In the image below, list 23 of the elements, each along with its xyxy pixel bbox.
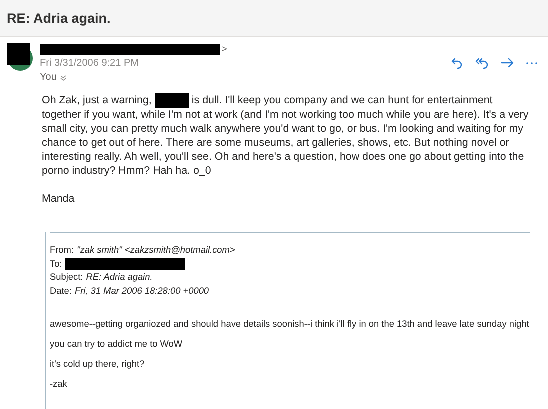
message-paragraph: Oh Zak, just a warning, is dull. I'll keep you company and we can hunt for entertainment together if you want, while I'm not at work (and I'm not working too much while you are here). It's a very small city, you can pretty much walk anywhere you'd want to go, or bus. I'm looking and waiting for my chance to get out of here. There are some museums, art galleries, shows, etc. But nothing novel or interesting really. Ah well, you'll see. Oh and here's a question, how does one go about getting into the porno industry? Hmm? Hah ha. o_0	[42, 93, 530, 178]
sender-name-suffix: >	[222, 44, 228, 54]
header-label: From:	[50, 244, 74, 257]
recipient-name: You	[40, 72, 57, 83]
header-value: RE: Adria again.	[86, 271, 153, 284]
reply-icon	[451, 57, 463, 69]
header-label: To:	[50, 258, 62, 270]
header-label: Subject:	[50, 271, 84, 284]
expand-chevron-icon[interactable]	[60, 74, 67, 80]
avatar	[7, 43, 34, 70]
forward-icon	[500, 58, 514, 68]
quoted-line: -zak	[50, 378, 68, 391]
quoted-line: awesome--getting organiozed and should have details soonish--i think i'll fly in on the 13th and leave late sunday night	[50, 318, 530, 331]
reply-all-icon	[475, 57, 489, 69]
header-value: "zak smith" <zakzsmith@hotmail.com>	[77, 244, 236, 257]
quoted-line: you can try to addict me to WoW	[50, 338, 184, 351]
header-value: Fri, 31 Mar 2006 18:28:00 +0000	[74, 284, 210, 298]
more-icon	[526, 62, 538, 64]
email-subject: RE: Adria again.	[7, 10, 111, 26]
quoted-line: it's cold up there, right?	[50, 358, 146, 371]
signature: Manda	[42, 192, 76, 206]
sent-date: Fri 3/31/2006 9:21 PM	[40, 58, 140, 69]
header-label: Date:	[50, 284, 72, 298]
